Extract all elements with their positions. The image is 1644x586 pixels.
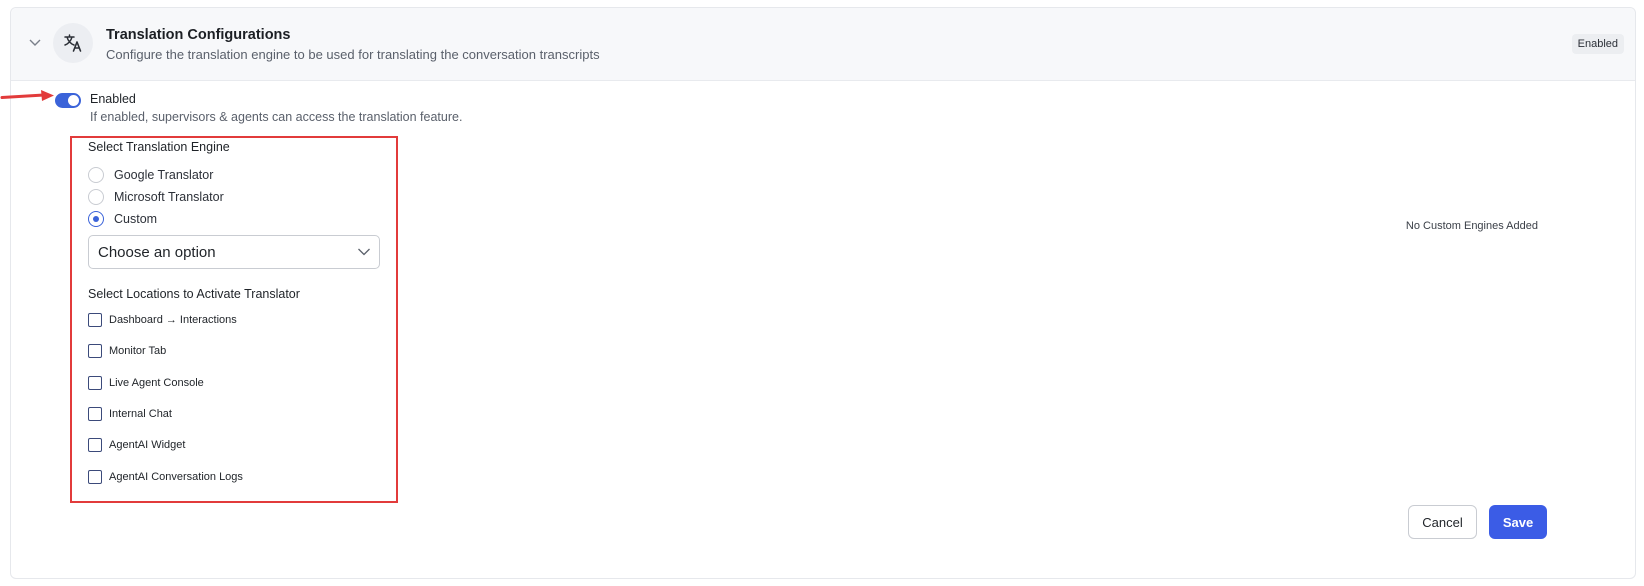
radio-custom[interactable]: Custom xyxy=(88,210,157,228)
radio-google[interactable]: Google Translator xyxy=(88,166,213,184)
no-custom-engines-note: No Custom Engines Added xyxy=(1405,220,1538,232)
location-agentai-conversation-logs[interactable]: AgentAI Conversation Logs xyxy=(88,469,243,485)
location-agentai-widget[interactable]: AgentAI Widget xyxy=(88,437,185,453)
checkbox[interactable] xyxy=(88,470,102,484)
chevron-down-icon xyxy=(358,248,370,256)
radio-microsoft[interactable]: Microsoft Translator xyxy=(88,188,224,206)
chevron-down-icon[interactable] xyxy=(28,35,42,49)
checkbox-label: Live Agent Console xyxy=(109,377,204,389)
toggle-description: If enabled, supervisors & agents can acc… xyxy=(90,110,463,124)
radio-label: Custom xyxy=(114,212,158,226)
locations-section-label: Select Locations to Activate Translator xyxy=(88,287,300,301)
status-badge: Enabled xyxy=(1571,34,1624,54)
translate-icon xyxy=(53,23,93,63)
radio-label: Microsoft Translator xyxy=(114,190,224,204)
checkbox-label: Monitor Tab xyxy=(109,345,167,357)
checkbox[interactable] xyxy=(88,407,102,421)
radio-button-checked[interactable] xyxy=(88,211,104,227)
checkbox-label: AgentAI Conversation Logs xyxy=(109,471,243,483)
checkbox[interactable] xyxy=(88,438,102,452)
toggle-knob xyxy=(68,95,79,106)
radio-button[interactable] xyxy=(88,167,104,183)
enable-toggle[interactable] xyxy=(55,93,81,108)
checkbox-label: AgentAI Widget xyxy=(109,439,186,451)
panel-header[interactable]: Translation Configurations Configure the… xyxy=(11,8,1635,81)
location-monitor-tab[interactable]: Monitor Tab xyxy=(88,343,166,359)
engine-section-label: Select Translation Engine xyxy=(88,140,230,154)
panel-title: Translation Configurations xyxy=(106,27,291,43)
checkbox[interactable] xyxy=(88,344,102,358)
location-dashboard-interactions[interactable]: Dashboard → Interactions xyxy=(88,312,237,328)
checkbox[interactable] xyxy=(88,376,102,390)
save-button[interactable]: Save xyxy=(1489,505,1547,539)
checkbox-label: Dashboard → Interactions xyxy=(109,314,237,326)
toggle-label: Enabled xyxy=(90,92,136,106)
red-arrow-annotation xyxy=(0,90,54,101)
radio-label: Google Translator xyxy=(114,168,214,182)
panel-description: Configure the translation engine to be u… xyxy=(106,47,600,62)
radio-button[interactable] xyxy=(88,189,104,205)
cancel-button[interactable]: Cancel xyxy=(1408,505,1477,539)
select-value: Choose an option xyxy=(98,244,216,261)
location-internal-chat[interactable]: Internal Chat xyxy=(88,406,172,422)
checkbox-label: Internal Chat xyxy=(109,408,172,420)
location-live-agent-console[interactable]: Live Agent Console xyxy=(88,375,204,391)
checkbox[interactable] xyxy=(88,313,102,327)
custom-engine-select[interactable]: Choose an option xyxy=(88,235,380,269)
